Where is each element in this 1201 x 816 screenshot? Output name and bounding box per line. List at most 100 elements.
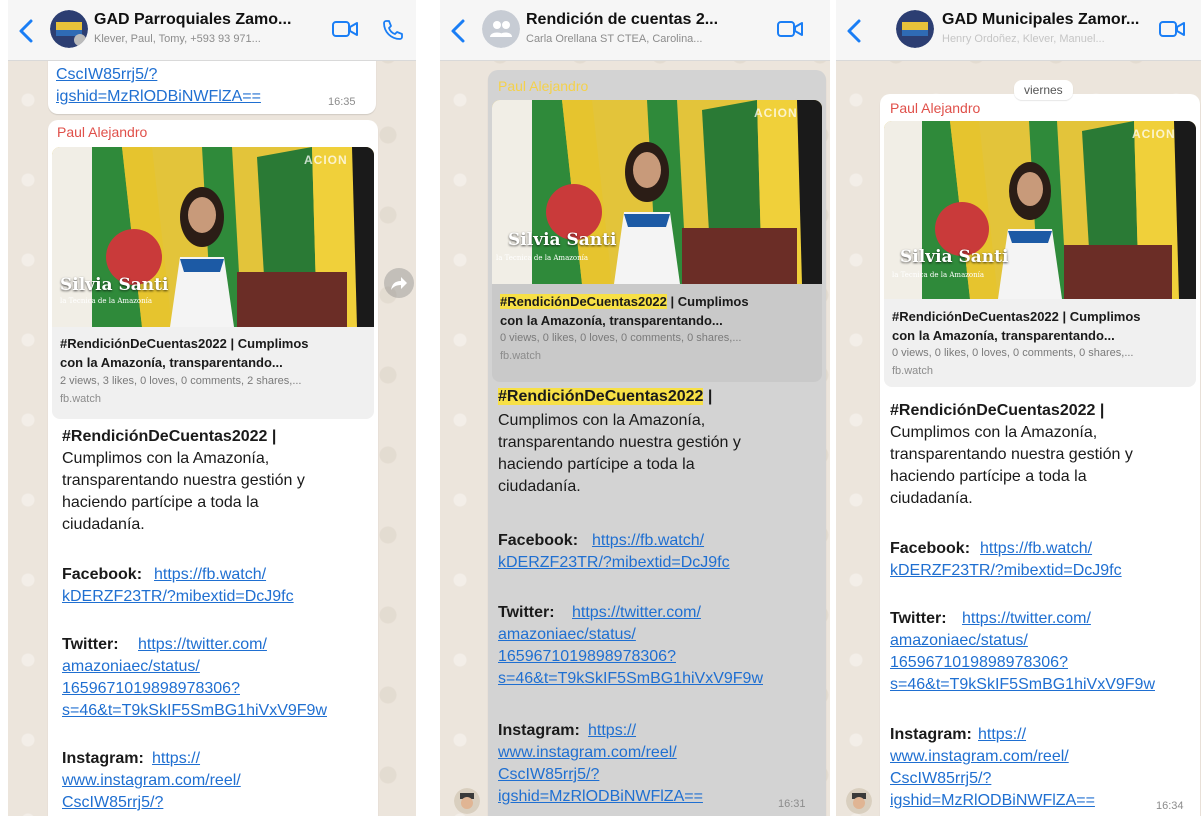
phone-icon[interactable] [381, 18, 405, 47]
facebook-link[interactable]: kDERZF23TR/?mibextid=DcJ9fc [890, 560, 1122, 582]
instagram-link[interactable]: igshid=MzRlODBiNWFlZA== [498, 786, 703, 808]
preview-stats: 2 views, 3 likes, 0 loves, 0 comments, 2… [60, 375, 302, 387]
thumbnail-banner-text: ACION [1132, 127, 1176, 141]
group-avatar[interactable] [896, 10, 934, 48]
instagram-link[interactable]: igshid=MzRlODBiNWFlZA== [890, 790, 1095, 812]
video-camera-icon[interactable] [776, 18, 804, 45]
preview-title-highlight: #RendiciónDeCuentas2022 [500, 294, 667, 309]
preview-title: #RendiciónDeCuentas2022 | Cumplimos [60, 336, 309, 351]
group-avatar[interactable] [50, 10, 88, 48]
preview-stats: 0 views, 0 likes, 0 loves, 0 comments, 0… [500, 332, 742, 344]
instagram-link[interactable]: igshid=MzRlODBiNWFlZA== [56, 86, 261, 108]
link-preview-card[interactable]: Silvia Santi la Tecnica de la Amazonía A… [884, 121, 1196, 387]
sender-name[interactable]: Paul Alejandro [890, 100, 980, 116]
message-line: ciudadanía. [498, 478, 581, 495]
thumbnail-caption-overlay: la Tecnica de la Amazonía [60, 297, 153, 305]
thumbnail-name-overlay: Silvia Santi [508, 230, 617, 250]
twitter-link[interactable]: https://twitter.com/ [962, 608, 1091, 630]
message-bubble[interactable]: Paul Alejandro Silvia Santi la Tecnica d… [488, 70, 826, 816]
message-line: transparentando nuestra gestión y [890, 446, 1133, 463]
back-icon[interactable] [844, 18, 866, 44]
twitter-link[interactable]: amazoniaec/status/ [62, 656, 200, 678]
preview-title: #RendiciónDeCuentas2022 | Cumplimos [892, 309, 1141, 324]
message-bubble[interactable]: Paul Alejandro Silvia Santi la Tecnica d… [48, 120, 378, 816]
twitter-link[interactable]: amazoniaec/status/ [498, 624, 636, 646]
twitter-link[interactable]: s=46&t=T9kSkIF5SmBG1hiVxV9F9w [498, 668, 763, 690]
message-hashtag: #RendiciónDeCuentas2022 | [62, 428, 277, 445]
sender-name[interactable]: Paul Alejandro [57, 124, 147, 140]
message-hashtag: #RendiciónDeCuentas2022 | [498, 386, 712, 408]
group-avatar-icon[interactable] [482, 10, 520, 48]
thumbnail-banner-text: ACION [754, 106, 798, 120]
video-camera-icon[interactable] [331, 18, 359, 45]
facebook-link[interactable]: https://fb.watch/ [154, 564, 266, 586]
twitter-link[interactable]: s=46&t=T9kSkIF5SmBG1hiVxV9F9w [890, 674, 1155, 696]
video-camera-icon[interactable] [1158, 18, 1186, 45]
twitter-link[interactable]: https://twitter.com/ [138, 634, 267, 656]
message-line: Cumplimos con la Amazonía, [498, 412, 706, 429]
instagram-link[interactable]: https:// [588, 720, 636, 742]
preview-title-rest: | Cumplimos [666, 294, 749, 309]
preview-host: fb.watch [500, 350, 541, 362]
preview-title: #RendiciónDeCuentas2022 | Cumplimos [500, 292, 749, 311]
video-thumbnail[interactable]: Silvia Santi la Tecnica de la Amazonía A… [492, 100, 822, 284]
chat-title[interactable]: GAD Parroquiales Zamo... [94, 11, 291, 29]
twitter-link[interactable]: https://twitter.com/ [572, 602, 701, 624]
message-time: 16:34 [1156, 800, 1184, 812]
chat-participants[interactable]: Carla Orellana ST CTEA, Carolina... [526, 33, 702, 45]
chat-participants[interactable]: Henry Ordoñez, Klever, Manuel... [942, 33, 1105, 45]
twitter-link[interactable]: s=46&t=T9kSkIF5SmBG1hiVxV9F9w [62, 700, 327, 722]
sender-avatar[interactable] [846, 788, 872, 814]
instagram-link[interactable]: CscIW85rrj5/? [890, 768, 991, 790]
facebook-link[interactable]: https://fb.watch/ [592, 530, 704, 552]
message-bubble[interactable]: Paul Alejandro Silvia Santi la Tecnica d… [880, 94, 1200, 816]
instagram-link[interactable]: www.instagram.com/reel/ [62, 770, 241, 792]
message-line: haciendo partícipe a toda la [498, 456, 695, 473]
hashtag-separator: | [703, 388, 713, 405]
hashtag-highlight: #RendiciónDeCuentas2022 [498, 388, 704, 405]
instagram-link[interactable]: https:// [152, 748, 200, 770]
thumbnail-name-overlay: Silvia Santi [900, 247, 1009, 267]
thumbnail-name-overlay: Silvia Santi [60, 275, 169, 295]
twitter-link[interactable]: 1659671019898978306? [498, 646, 676, 668]
sender-name[interactable]: Paul Alejandro [498, 78, 588, 94]
sender-avatar[interactable] [454, 788, 480, 814]
twitter-link[interactable]: 1659671019898978306? [890, 652, 1068, 674]
instagram-link[interactable]: CscIW85rrj5/? [62, 792, 163, 814]
message-line: Cumplimos con la Amazonía, [62, 450, 270, 467]
preview-stats: 0 views, 0 likes, 0 loves, 0 comments, 0… [892, 347, 1134, 359]
preview-title-line-2: con la Amazonía, transparentando... [892, 328, 1115, 343]
link-preview-card[interactable]: Silvia Santi la Tecnica de la Amazonía A… [492, 100, 822, 382]
instagram-link[interactable]: www.instagram.com/reel/ [890, 746, 1069, 768]
message-line: haciendo partícipe a toda la [62, 494, 259, 511]
video-thumbnail[interactable]: Silvia Santi la Tecnica de la Amazonía A… [52, 147, 374, 327]
facebook-link[interactable]: kDERZF23TR/?mibextid=DcJ9fc [498, 552, 730, 574]
chat-title[interactable]: Rendición de cuentas 2... [526, 11, 718, 29]
twitter-link[interactable]: 1659671019898978306? [62, 678, 240, 700]
chat-header: GAD Municipales Zamor... Henry Ordoñez, … [836, 0, 1201, 61]
instagram-label: Instagram: [62, 750, 144, 767]
instagram-link[interactable]: https:// [978, 724, 1026, 746]
facebook-link[interactable]: kDERZF23TR/?mibextid=DcJ9fc [62, 586, 294, 608]
facebook-label: Facebook: [498, 532, 579, 549]
facebook-link[interactable]: https://fb.watch/ [980, 538, 1092, 560]
twitter-label: Twitter: [890, 610, 947, 627]
facebook-label: Facebook: [62, 566, 143, 583]
instagram-link[interactable]: CscIW85rrj5/? [498, 764, 599, 786]
chat-participants[interactable]: Klever, Paul, Tomy, +593 93 971... [94, 33, 261, 45]
twitter-link[interactable]: amazoniaec/status/ [890, 630, 1028, 652]
preview-title-line-2: con la Amazonía, transparentando... [500, 313, 723, 328]
date-separator: viernes [1014, 80, 1073, 100]
back-icon[interactable] [448, 18, 470, 44]
instagram-link[interactable]: www.instagram.com/reel/ [498, 742, 677, 764]
chat-title[interactable]: GAD Municipales Zamor... [942, 11, 1139, 29]
preview-title-line-2: con la Amazonía, transparentando... [60, 355, 283, 370]
back-icon[interactable] [16, 18, 38, 44]
link-preview-card[interactable]: Silvia Santi la Tecnica de la Amazonía A… [52, 147, 374, 419]
twitter-label: Twitter: [62, 636, 119, 653]
forward-arrow-icon[interactable] [384, 268, 414, 298]
instagram-link[interactable]: CscIW85rrj5/? [56, 64, 157, 86]
message-line: transparentando nuestra gestión y [498, 434, 741, 451]
facebook-label: Facebook: [890, 540, 971, 557]
video-thumbnail[interactable]: Silvia Santi la Tecnica de la Amazonía A… [884, 121, 1196, 299]
